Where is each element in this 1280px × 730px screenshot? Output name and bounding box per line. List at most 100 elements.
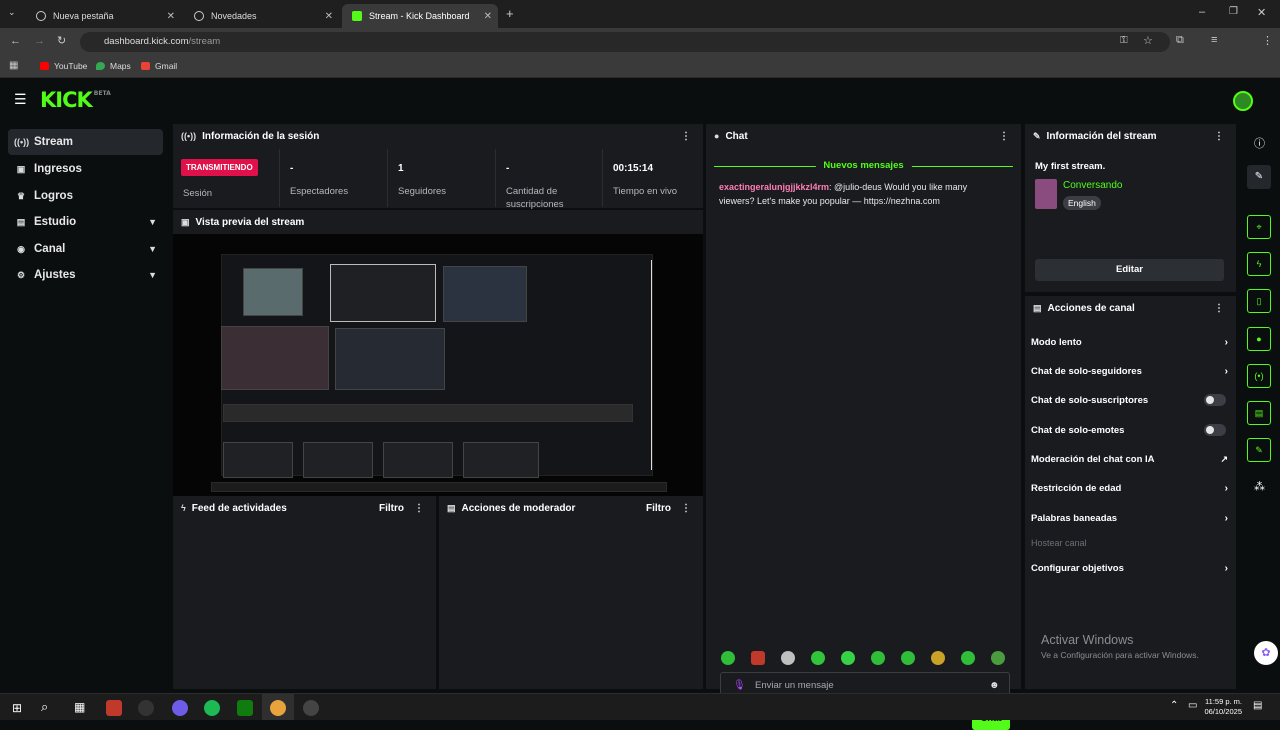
menu-kebab-icon[interactable]: ⋮ xyxy=(1214,131,1224,142)
xbox-icon[interactable] xyxy=(237,700,253,716)
chrome-icon[interactable] xyxy=(270,700,286,716)
windows-start-icon[interactable]: ⊞ xyxy=(12,701,22,715)
new-messages-divider[interactable]: Nuevos mensajes xyxy=(714,160,1013,172)
tab-novedades[interactable]: Novedades ✕ xyxy=(184,4,339,28)
minimize-icon[interactable]: – xyxy=(1199,6,1205,18)
bookmark-gmail[interactable]: Gmail xyxy=(141,61,177,71)
notifications-icon[interactable]: ▤ xyxy=(1253,700,1262,711)
emote-icon[interactable] xyxy=(991,651,1005,665)
window-close-icon[interactable]: ✕ xyxy=(1257,6,1266,19)
kick-logo[interactable]: KICK BETA xyxy=(40,88,111,112)
stream-category[interactable]: Conversando xyxy=(1063,180,1122,191)
clock[interactable]: 11:59 p. m. 06/10/2025 xyxy=(1198,697,1242,717)
chevron-up-icon[interactable]: ⌃ xyxy=(1170,700,1178,711)
network-icon[interactable]: ▭ xyxy=(1188,700,1197,711)
action-followers-only[interactable]: Chat de solo-seguidores › xyxy=(1031,361,1228,381)
emote-icon[interactable] xyxy=(901,651,915,665)
emote-icon[interactable] xyxy=(781,651,795,665)
subscribers-only-toggle[interactable] xyxy=(1204,394,1226,406)
action-age-restriction[interactable]: Restricción de edad › xyxy=(1031,478,1228,498)
action-slow-mode[interactable]: Modo lento › xyxy=(1031,332,1228,352)
emote-icon[interactable] xyxy=(751,651,765,665)
action-subscribers-only: Chat de solo-suscriptores xyxy=(1031,390,1228,410)
emote-icon[interactable] xyxy=(871,651,885,665)
floating-assistant-icon[interactable]: ✿ xyxy=(1254,641,1278,665)
discord-icon[interactable] xyxy=(172,700,188,716)
restore-icon[interactable]: ❐ xyxy=(1229,6,1238,17)
sidebar-item-stream[interactable]: ((•)) Stream xyxy=(8,129,163,155)
edit-layout-pencil-icon[interactable]: ✎ xyxy=(1247,165,1271,189)
tab-search-icon[interactable]: ⌄ xyxy=(8,7,16,18)
action-banned-words[interactable]: Palabras baneadas › xyxy=(1031,508,1228,528)
camera-focus-icon[interactable]: ⌖ xyxy=(1247,215,1271,239)
tab-label: Nueva pestaña xyxy=(53,11,114,21)
chat-username[interactable]: exactingeralunjgjjkkzl4rm xyxy=(719,182,829,192)
sidebar-item-ingresos[interactable]: ▣ Ingresos xyxy=(8,156,163,182)
close-icon[interactable]: ✕ xyxy=(325,11,333,22)
user-avatar[interactable] xyxy=(1233,91,1253,111)
app-icon[interactable] xyxy=(138,700,154,716)
reading-list-icon[interactable]: ≡ xyxy=(1211,34,1217,46)
menu-kebab-icon[interactable]: ⋮ xyxy=(681,131,691,142)
menu-kebab-icon[interactable]: ⋮ xyxy=(681,503,691,514)
close-icon[interactable]: ✕ xyxy=(484,11,492,22)
extensions-icon[interactable]: ⧉ xyxy=(1176,34,1184,47)
spotify-icon[interactable] xyxy=(204,700,220,716)
emote-icon[interactable] xyxy=(841,651,855,665)
preview-card xyxy=(223,442,293,478)
action-configure-goals[interactable]: Configurar objetivos › xyxy=(1031,558,1228,578)
bolt-icon[interactable]: ϟ xyxy=(1247,252,1271,276)
stream-preview-video[interactable] xyxy=(173,234,703,496)
emote-icon[interactable] xyxy=(721,651,735,665)
close-icon[interactable]: ✕ xyxy=(167,11,175,22)
kick-dashboard: ☰ KICK BETA ((•)) Stream ▣ Ingresos ♛ Log… xyxy=(0,79,1280,730)
browser-tab-bar: ⌄ Nueva pestaña ✕ Novedades ✕ Stream - K… xyxy=(0,0,1280,28)
forward-arrow-icon[interactable]: → xyxy=(34,35,45,47)
key-icon[interactable]: ⚿ xyxy=(1120,35,1128,46)
app-icon[interactable] xyxy=(303,700,319,716)
sidebar-item-ajustes[interactable]: ⚙ Ajustes ▼ xyxy=(8,262,163,288)
sidebar-item-canal[interactable]: ◉ Canal ▼ xyxy=(8,236,163,262)
clipboard-icon[interactable]: ▯ xyxy=(1247,289,1271,313)
sidebar-item-logros[interactable]: ♛ Logros xyxy=(8,183,163,209)
wrench-icon[interactable]: ✎ xyxy=(1247,438,1271,462)
bookmark-star-icon[interactable]: ☆ xyxy=(1143,34,1153,47)
menu-kebab-icon[interactable]: ⋮ xyxy=(999,131,1009,142)
youtube-icon xyxy=(40,62,49,70)
emote-icon[interactable] xyxy=(811,651,825,665)
back-arrow-icon[interactable]: ← xyxy=(10,35,21,47)
connections-icon[interactable]: ⁂ xyxy=(1254,480,1265,493)
info-icon[interactable]: ⓘ xyxy=(1254,135,1265,151)
action-ai-moderation[interactable]: Moderación del chat con IA ↗ xyxy=(1031,449,1228,469)
broadcast-icon: ((•)) xyxy=(181,131,197,141)
search-icon[interactable]: ⌕ xyxy=(41,699,48,715)
emote-icon[interactable] xyxy=(931,651,945,665)
url-input[interactable]: dashboard.kick.com/stream xyxy=(80,32,1170,52)
menu-kebab-icon[interactable]: ⋮ xyxy=(1214,303,1224,314)
apps-grid-icon[interactable]: ▦ xyxy=(9,60,18,71)
bookmark-youtube[interactable]: YouTube xyxy=(40,61,87,71)
chat-message: exactingeralunjgjjkkzl4rm: @julio-deus W… xyxy=(719,180,1004,208)
panel-header: ((•)) Información de la sesión ⋮ xyxy=(173,124,703,148)
panel-header: ▤ Acciones de moderador Filtro ⋮ xyxy=(439,496,703,520)
bookmark-maps[interactable]: Maps xyxy=(96,61,131,71)
app-icon[interactable] xyxy=(106,700,122,716)
reload-icon[interactable]: ↻ xyxy=(57,34,66,47)
emotes-only-toggle[interactable] xyxy=(1204,424,1226,436)
menu-kebab-icon[interactable]: ⋮ xyxy=(414,503,424,514)
filter-button[interactable]: Filtro xyxy=(379,503,404,514)
tab-new-tab[interactable]: Nueva pestaña ✕ xyxy=(26,4,181,28)
trophy-icon: ♛ xyxy=(16,190,26,201)
menu-kebab-icon[interactable]: ⋮ xyxy=(1262,34,1273,47)
new-tab-plus-icon[interactable]: + xyxy=(506,6,514,21)
sidebar-item-estudio[interactable]: ▤ Estudio ▼ xyxy=(8,209,163,235)
filter-button[interactable]: Filtro xyxy=(646,503,671,514)
emote-icon[interactable] xyxy=(961,651,975,665)
chat-bubble-icon[interactable]: ● xyxy=(1247,327,1271,351)
broadcast-icon[interactable]: (•) xyxy=(1247,364,1271,388)
hamburger-menu-icon[interactable]: ☰ xyxy=(14,91,27,108)
task-view-icon[interactable]: ▦ xyxy=(74,700,85,714)
stack-icon[interactable]: ▤ xyxy=(1247,401,1271,425)
edit-button[interactable]: Editar xyxy=(1035,259,1224,281)
tab-kick-dashboard[interactable]: Stream - Kick Dashboard ✕ xyxy=(342,4,498,28)
